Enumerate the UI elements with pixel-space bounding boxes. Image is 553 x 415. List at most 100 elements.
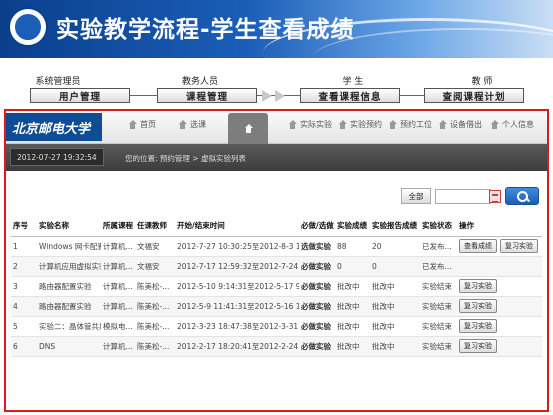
lab-table: 序号 实验名称 所属课程 任课教师 开始/结束时间 必做/选做 实验成绩 实验报… (11, 216, 542, 357)
time-range: 2012-5-10 9:14:31至2012-5-17 9:14... (175, 276, 299, 297)
nav-actual-lab[interactable]: 实际实验 (288, 119, 332, 130)
step-review-course-plan[interactable]: 查阅课程计划 (424, 88, 524, 103)
report-score: 批改中 (370, 336, 420, 357)
teacher-name: 陈美松-... (135, 316, 175, 337)
table-row: 2 计算机应用虚拟实验 计算机... 文福安 2012-7-17 12:59:3… (11, 256, 542, 277)
step-course-management[interactable]: 课程管理 (157, 88, 257, 103)
lab-score: 批改中 (335, 296, 370, 317)
view-score-button[interactable]: 查看成绩 (459, 239, 497, 253)
step-user-management[interactable]: 用户管理 (30, 88, 130, 103)
slide-title: 实验教学流程-学生查看成绩 (56, 17, 355, 43)
university-logo[interactable]: 北京邮电大学 (6, 113, 102, 141)
search-toolbar: 全部 (401, 187, 539, 205)
home-icon (128, 120, 137, 129)
lab-score: 0 (335, 256, 370, 277)
info-bar: 2012-07-27 19:32:54 您的位置: 预约管理 > 虚拟实验列表 (6, 144, 547, 171)
lab-score: 88 (335, 236, 370, 257)
course-name: 计算机... (101, 236, 135, 257)
home-icon (388, 120, 397, 129)
review-lab-button[interactable]: 复习实验 (500, 239, 538, 253)
row-number: 1 (11, 236, 37, 257)
lab-name: Windows 网卡配置... (37, 236, 101, 257)
lab-status: 实验结束 (420, 296, 457, 317)
home-icon (288, 120, 297, 129)
arrow-right-icon (275, 90, 285, 102)
nav-reserve-station[interactable]: 预约工位 (388, 119, 432, 130)
app-screenshot-frame: 北京邮电大学 首页 选课 实际实验 实验预约 预约工位 设备借出 个人信息 20… (4, 109, 549, 412)
filter-all-button[interactable]: 全部 (401, 188, 431, 204)
home-icon (338, 120, 347, 129)
home-icon (178, 120, 187, 129)
flow-connector (130, 95, 160, 96)
flow-connector (400, 95, 424, 96)
column-header: 实验成绩 (335, 216, 370, 237)
time-range: 2012-3-23 18:47:38至2012-3-31 18:... (175, 316, 299, 337)
lab-score: 批改中 (335, 336, 370, 357)
report-score: 批改中 (370, 316, 420, 337)
column-header: 操作 (457, 216, 542, 237)
time-range: 2012-7-27 10:30:25至2012-8-3 10:3... (175, 236, 299, 257)
search-input[interactable] (435, 188, 491, 204)
row-number: 4 (11, 296, 37, 317)
table-header-row: 序号 实验名称 所属课程 任课教师 开始/结束时间 必做/选做 实验成绩 实验报… (11, 216, 542, 237)
lab-type: 必做实验 (299, 316, 335, 337)
teacher-name: 文福安 (135, 236, 175, 257)
role-label-student: 学 生 (342, 77, 364, 87)
row-number: 5 (11, 316, 37, 337)
report-score: 0 (370, 256, 420, 277)
column-header: 序号 (11, 216, 37, 237)
course-name: 模拟电... (101, 316, 135, 337)
nav-equipment-loan[interactable]: 设备借出 (438, 119, 482, 130)
report-score: 20 (370, 236, 420, 257)
lab-status: 已发布... (420, 236, 457, 257)
time-range: 2012-7-17 12:59:32至2012-7-24 12:... (175, 256, 299, 277)
column-header: 开始/结束时间 (175, 216, 299, 237)
lab-type: 必做实验 (299, 256, 335, 277)
lab-name: 路由器配置实验 (37, 296, 101, 317)
lab-list-panel: 全部 序号 实验名称 所属课程 任课教师 开始/结束时间 必做/选做 实验成绩 … (6, 171, 547, 410)
row-number: 2 (11, 256, 37, 277)
lab-score: 批改中 (335, 316, 370, 337)
slide: 实验教学流程-学生查看成绩 系统管理员 用户管理 教务人员 课程管理 学 生 查… (0, 0, 553, 415)
lab-status: 实验结束 (420, 276, 457, 297)
course-name: 计算机... (101, 296, 135, 317)
lab-type: 必做实验 (299, 296, 335, 317)
column-header: 任课教师 (135, 216, 175, 237)
nav-virtual-lab[interactable] (228, 113, 268, 144)
course-name: 计算机... (101, 256, 135, 277)
column-header: 实验状态 (420, 216, 457, 237)
lab-status: 实验结束 (420, 336, 457, 357)
search-button[interactable] (505, 187, 539, 205)
teacher-name: 陈美松-... (135, 336, 175, 357)
teacher-name: 陈美松-... (135, 276, 175, 297)
home-icon (438, 120, 447, 129)
lab-type: 必做实验 (299, 336, 335, 357)
review-lab-button[interactable]: 复习实验 (459, 339, 497, 353)
role-label-staff: 教务人员 (181, 77, 218, 87)
review-lab-button[interactable]: 复习实验 (459, 279, 497, 293)
role-label-admin: 系统管理员 (35, 77, 81, 87)
review-lab-button[interactable]: 复习实验 (459, 319, 497, 333)
course-name: 计算机... (101, 336, 135, 357)
report-score: 批改中 (370, 276, 420, 297)
nav-profile[interactable]: 个人信息 (490, 119, 534, 130)
nav-lab-reservation[interactable]: 实验预约 (338, 119, 382, 130)
table-row: 4 路由器配置实验 计算机... 陈美松-... 2012-5-9 11:41:… (11, 296, 542, 317)
row-actions: 复习实验 (457, 336, 542, 357)
lab-name: DNS (37, 336, 101, 357)
calendar-icon[interactable] (489, 189, 501, 203)
nav-home[interactable]: 首页 (128, 119, 156, 130)
step-view-course-info[interactable]: 查看课程信息 (300, 88, 400, 103)
nav-select-course[interactable]: 选课 (178, 119, 206, 130)
column-header: 必做/选做 (299, 216, 335, 237)
lab-type: 选做实验 (299, 236, 335, 257)
row-actions: 复习实验 (457, 296, 542, 317)
course-name: 计算机... (101, 276, 135, 297)
table-row: 3 路由器配置实验 计算机... 陈美松-... 2012-5-10 9:14:… (11, 276, 542, 297)
table-row: 5 实验二：晶体管共射... 模拟电... 陈美松-... 2012-3-23 … (11, 316, 542, 337)
review-lab-button[interactable]: 复习实验 (459, 299, 497, 313)
lab-name: 计算机应用虚拟实验 (37, 256, 101, 277)
lab-score: 批改中 (335, 276, 370, 297)
row-number: 3 (11, 276, 37, 297)
column-header: 所属课程 (101, 216, 135, 237)
